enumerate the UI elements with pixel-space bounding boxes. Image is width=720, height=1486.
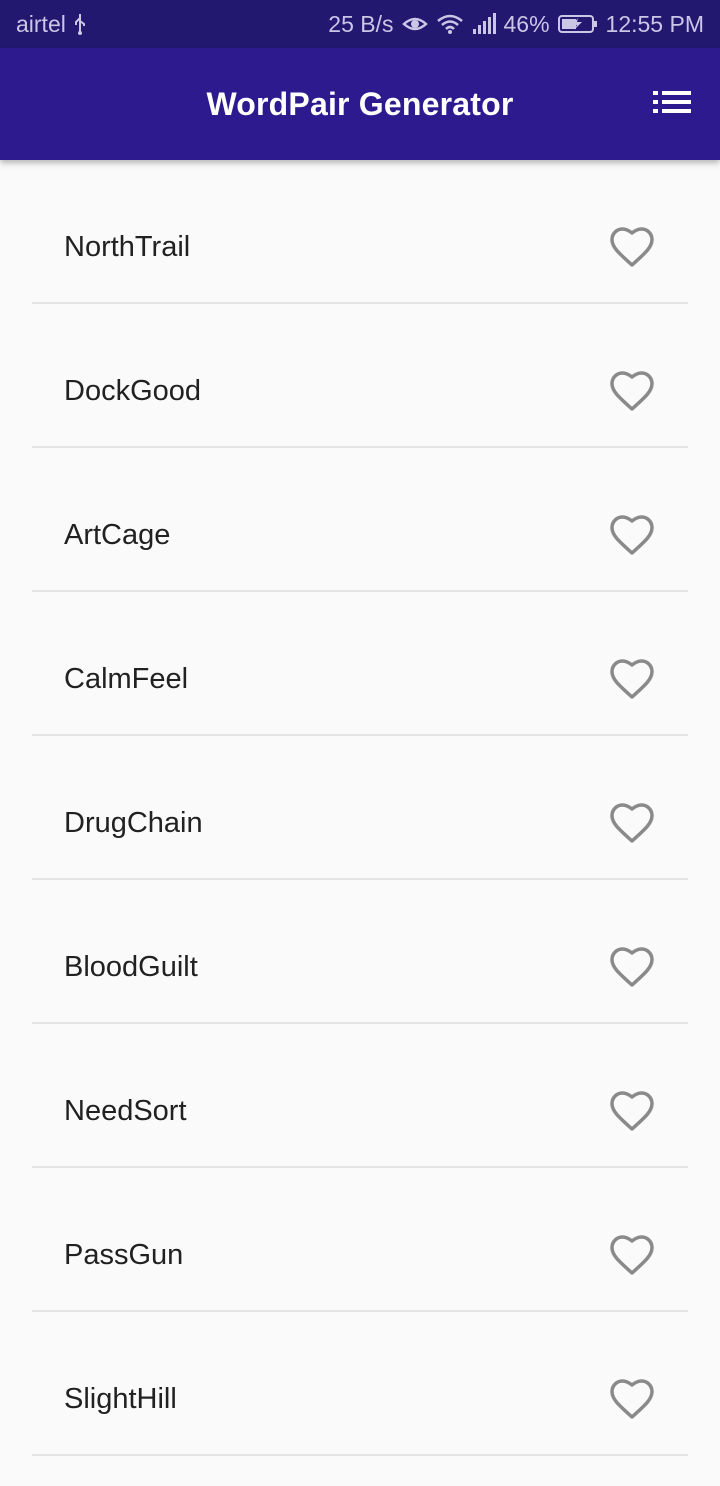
battery-charging-icon	[557, 14, 598, 34]
word-pair-label: ArtCage	[64, 519, 171, 551]
clock: 12:55 PM	[605, 10, 704, 37]
word-pair-label: DrugChain	[64, 807, 203, 839]
favorite-heart-icon[interactable]	[610, 1234, 654, 1278]
list-item[interactable]: DockGood	[32, 304, 688, 448]
status-bar: airtel 25 B/s 46% 12:55 PM	[0, 0, 720, 48]
word-pair-label: NorthTrail	[64, 231, 191, 263]
signal-icon	[472, 13, 496, 35]
list-item[interactable]: CalmFeel	[32, 592, 688, 736]
favorite-heart-icon[interactable]	[610, 514, 654, 558]
word-pair-label: CalmFeel	[64, 663, 189, 695]
favorite-heart-icon[interactable]	[610, 946, 654, 990]
word-pair-label: PassGun	[64, 1239, 184, 1271]
word-pair-list: NorthTrail DockGood ArtCage CalmFeel DrugCha…	[32, 160, 688, 1456]
battery-percent: 46%	[503, 10, 550, 37]
list-item[interactable]: NorthTrail	[32, 160, 688, 304]
app-bar: WordPair Generator	[0, 48, 720, 160]
favorite-heart-icon[interactable]	[610, 658, 654, 702]
wifi-icon	[436, 13, 464, 35]
list-item[interactable]: NeedSort	[32, 1024, 688, 1168]
list-item[interactable]: PassGun	[32, 1168, 688, 1312]
favorite-heart-icon[interactable]	[610, 1378, 654, 1422]
word-pair-label: NeedSort	[64, 1095, 187, 1127]
network-speed: 25 B/s	[328, 10, 394, 37]
list-item[interactable]: SlightHill	[32, 1312, 688, 1456]
saved-list-button[interactable]	[648, 84, 696, 124]
list-icon	[653, 90, 691, 118]
list-item[interactable]: DrugChain	[32, 736, 688, 880]
usb-icon	[72, 12, 88, 36]
favorite-heart-icon[interactable]	[610, 1090, 654, 1134]
favorite-heart-icon[interactable]	[610, 802, 654, 846]
word-pair-label: BloodGuilt	[64, 951, 198, 983]
word-pair-label: SlightHill	[64, 1383, 177, 1415]
favorite-heart-icon[interactable]	[610, 370, 654, 414]
carrier-name: airtel	[16, 10, 66, 37]
eye-comfort-icon	[401, 14, 428, 34]
word-pair-label: DockGood	[64, 375, 202, 407]
list-item[interactable]: ArtCage	[32, 448, 688, 592]
list-item[interactable]: BloodGuilt	[32, 880, 688, 1024]
favorite-heart-icon[interactable]	[610, 226, 654, 270]
app-title: WordPair Generator	[206, 86, 514, 122]
